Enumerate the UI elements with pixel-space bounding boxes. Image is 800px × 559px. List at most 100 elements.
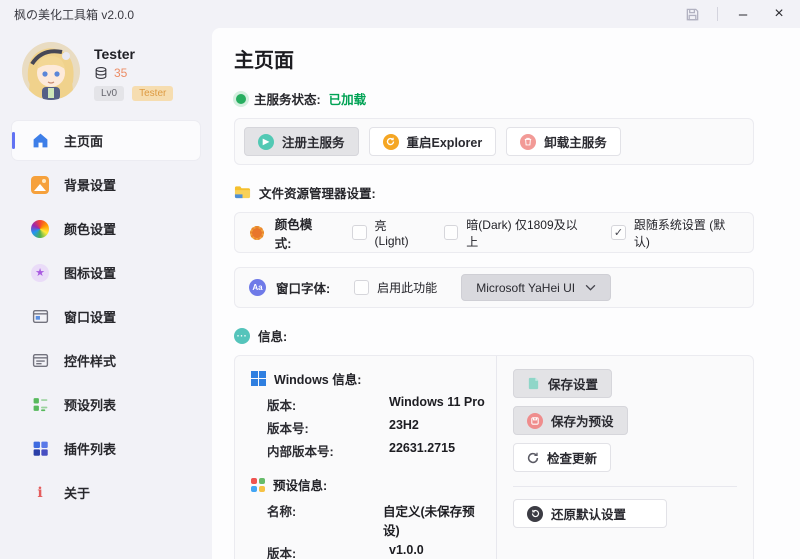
- actions-divider: [513, 486, 737, 487]
- windows-info-title: Windows 信息:: [274, 369, 361, 388]
- profile-meta: Tester 35 Lv0 Tester: [94, 42, 173, 101]
- font-select[interactable]: Microsoft YaHei UI: [461, 274, 611, 301]
- sidebar-item-label: 颜色设置: [64, 219, 116, 238]
- update-refresh-icon: [527, 452, 539, 464]
- sidebar-item-about[interactable]: i 关于: [12, 473, 200, 512]
- role-badge: Tester: [132, 86, 173, 101]
- sidebar-item-controls[interactable]: 控件样式: [12, 341, 200, 380]
- info-row: 版本号: 23H2: [267, 418, 486, 437]
- window-icon: [30, 307, 50, 327]
- checkbox-light[interactable]: [352, 225, 367, 240]
- save-icon[interactable]: [681, 3, 703, 25]
- windows-info-rows: 版本: Windows 11 Pro 版本号: 23H2 内部版本号: 2263…: [267, 395, 486, 460]
- info-section-header: ··· 信息:: [234, 326, 754, 345]
- palette-icon: [30, 219, 50, 239]
- explorer-section-header: 文件资源管理器设置:: [234, 183, 754, 202]
- save-preset-button[interactable]: 保存为预设: [513, 406, 628, 435]
- checkbox-follow-system-checked[interactable]: ✓: [611, 225, 626, 240]
- sidebar-item-label: 图标设置: [64, 263, 116, 282]
- service-status-label: 主服务状态:: [254, 89, 321, 108]
- info-card: Windows 信息: 版本: Windows 11 Pro 版本号: 23H2…: [234, 355, 754, 559]
- sidebar-item-label: 插件列表: [64, 439, 116, 458]
- trash-icon: [520, 134, 536, 150]
- profile-name: Tester: [94, 46, 173, 62]
- info-section-title: 信息:: [258, 326, 287, 345]
- sidebar-item-label: 预设列表: [64, 395, 116, 414]
- checkbox-dark[interactable]: [444, 225, 459, 240]
- window-font-label: 窗口字体:: [276, 278, 330, 297]
- sidebar-item-label: 窗口设置: [64, 307, 116, 326]
- window-title: 枫の美化工具箱 v2.0.0: [14, 6, 134, 23]
- star-icon: ★: [30, 263, 50, 283]
- save-settings-button[interactable]: 保存设置: [513, 369, 612, 398]
- checkbox-enable-font[interactable]: [354, 280, 369, 295]
- register-service-button[interactable]: ▶ 注册主服务: [244, 127, 359, 156]
- sidebar-item-label: 控件样式: [64, 351, 116, 370]
- info-row: 版本: Windows 11 Pro: [267, 395, 486, 414]
- explorer-section-title: 文件资源管理器设置:: [259, 183, 376, 202]
- color-mode-card: 颜色模式: 亮(Light) 暗(Dark) 仅1809及以上 ✓ 跟随系统设置…: [234, 212, 754, 253]
- sidebar-item-presets[interactable]: 预设列表: [12, 385, 200, 424]
- windows-info-header: Windows 信息:: [251, 369, 486, 388]
- home-icon: [30, 131, 50, 151]
- control-style-icon: [30, 351, 50, 371]
- minimize-button[interactable]: –: [732, 3, 754, 25]
- preset-info-rows: 名称: 自定义(未保存预设) 版本: v1.0.0: [267, 501, 486, 559]
- preset-info-header: 预设信息:: [251, 475, 486, 494]
- restart-explorer-button[interactable]: 重启Explorer: [369, 127, 497, 156]
- about-icon: i: [30, 483, 50, 503]
- window-controls: – ×: [681, 3, 790, 25]
- windows-logo-icon: [251, 371, 266, 386]
- info-row: 名称: 自定义(未保存预设): [267, 501, 486, 539]
- sidebar-item-background[interactable]: 背景设置: [12, 165, 200, 204]
- uninstall-service-button[interactable]: 卸载主服务: [506, 127, 621, 156]
- sidebar-item-home[interactable]: 主页面: [12, 121, 200, 160]
- info-row: 版本: v1.0.0: [267, 543, 486, 559]
- preset-info-title: 预设信息:: [273, 475, 327, 494]
- folder-icon: [234, 185, 251, 200]
- save-doc-icon: [527, 377, 540, 390]
- sidebar-item-label: 主页面: [64, 131, 103, 150]
- sidebar-menu: 主页面 背景设置 颜色设置 ★ 图标设置: [12, 121, 200, 512]
- level-badge: Lv0: [94, 86, 124, 101]
- sidebar-item-color[interactable]: 颜色设置: [12, 209, 200, 248]
- info-icon: ···: [234, 328, 250, 344]
- font-icon: Aa: [249, 279, 266, 296]
- coin-row: 35: [94, 66, 173, 80]
- restore-default-button[interactable]: 还原默认设置: [513, 499, 667, 528]
- font-select-value: Microsoft YaHei UI: [476, 281, 575, 295]
- sidebar-item-plugins[interactable]: 插件列表: [12, 429, 200, 468]
- check-update-button[interactable]: 检查更新: [513, 443, 611, 472]
- service-status-value: 已加载: [329, 89, 367, 108]
- plugin-grid-icon: [30, 439, 50, 459]
- play-icon: ▶: [258, 134, 274, 150]
- sidebar: Tester 35 Lv0 Tester: [0, 28, 212, 559]
- option-follow-system[interactable]: ✓ 跟随系统设置 (默认): [611, 216, 739, 250]
- sidebar-item-icons[interactable]: ★ 图标设置: [12, 253, 200, 292]
- restore-icon: [527, 506, 543, 522]
- coins-icon: [94, 66, 108, 80]
- page-title: 主页面: [234, 44, 754, 73]
- option-dark[interactable]: 暗(Dark) 仅1809及以上: [444, 216, 588, 250]
- chevron-down-icon: [585, 284, 596, 291]
- refresh-icon: [383, 134, 399, 150]
- service-status-row: 主服务状态: 已加载: [234, 89, 754, 108]
- avatar[interactable]: [22, 42, 80, 100]
- image-icon: [30, 175, 50, 195]
- info-left-column: Windows 信息: 版本: Windows 11 Pro 版本号: 23H2…: [235, 356, 496, 559]
- window-font-card: Aa 窗口字体: 启用此功能 Microsoft YaHei UI: [234, 267, 754, 308]
- titlebar: 枫の美化工具箱 v2.0.0 – ×: [0, 0, 800, 28]
- enable-font-option[interactable]: 启用此功能: [354, 279, 437, 296]
- sidebar-item-label: 背景设置: [64, 175, 116, 194]
- close-button[interactable]: ×: [768, 3, 790, 25]
- app-window: 枫の美化工具箱 v2.0.0 – ×: [0, 0, 800, 559]
- sidebar-item-window[interactable]: 窗口设置: [12, 297, 200, 336]
- sidebar-item-label: 关于: [64, 483, 90, 502]
- main-content: 主页面 主服务状态: 已加载 ▶ 注册主服务 重启Explorer: [212, 28, 800, 559]
- titlebar-divider: [717, 7, 718, 21]
- option-light[interactable]: 亮(Light): [352, 217, 420, 248]
- profile-card: Tester 35 Lv0 Tester: [12, 38, 200, 115]
- preset-info-icon: [251, 478, 265, 492]
- service-buttons-card: ▶ 注册主服务 重启Explorer 卸载主服务: [234, 118, 754, 165]
- coin-count: 35: [114, 66, 127, 80]
